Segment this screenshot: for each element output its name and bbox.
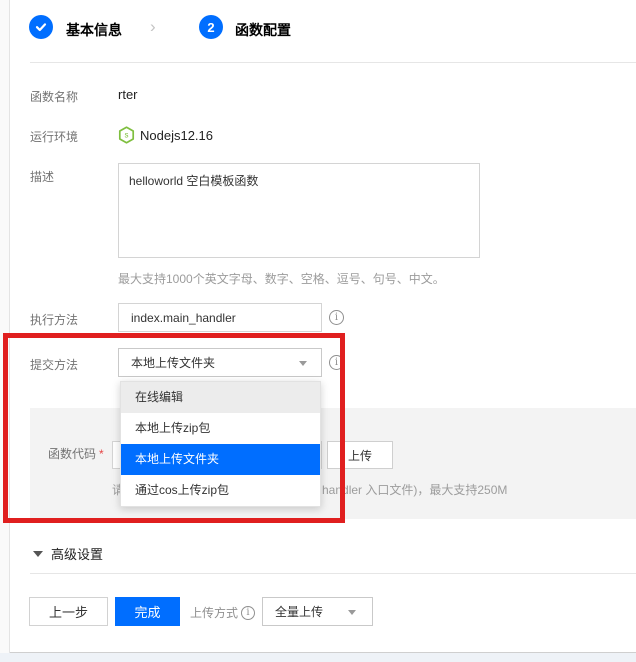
runtime-value: Nodejs12.16 [140,128,213,143]
submit-method-info-icon[interactable]: i [329,355,344,370]
submit-method-label: 提交方法 [30,356,78,373]
required-asterisk: * [99,447,104,461]
finish-button[interactable]: 完成 [115,597,180,626]
caret-down-icon [348,610,356,615]
handler-label: 执行方法 [30,311,78,328]
step2-number-circle: 2 [199,15,223,39]
handler-info-icon[interactable]: i [329,310,344,325]
advanced-settings-toggle[interactable]: 高级设置 [33,544,103,563]
dropdown-option-cos-zip[interactable]: 通过cos上传zip包 [121,475,320,506]
runtime-label: 运行环境 [30,128,78,145]
chevron-right-icon: › [150,17,156,37]
upload-mode-label: 上传方式 i [190,604,255,621]
submit-method-select[interactable]: 本地上传文件夹 [118,348,322,377]
header-divider [30,62,636,63]
dropdown-option-online-edit[interactable]: 在线编辑 [121,382,320,413]
page-background-strip [0,653,636,662]
previous-step-button[interactable]: 上一步 [29,597,108,626]
caret-down-icon [299,361,307,366]
description-hint: 最大支持1000个英文字母、数字、空格、逗号、句号、中文。 [118,270,445,287]
step1-done-circle [29,15,53,39]
submit-method-value: 本地上传文件夹 [131,354,215,371]
code-hint-tail: handler 入口文件)，最大支持250M [322,481,507,498]
description-textarea[interactable]: helloworld 空白模板函数 [118,163,480,258]
description-label: 描述 [30,168,54,185]
step2-label: 函数配置 [235,20,291,40]
function-code-label-text: 函数代码 [48,447,96,461]
upload-mode-value: 全量上传 [275,603,323,620]
function-name-value: rter [118,87,138,102]
triangle-down-icon [33,551,43,557]
svg-text:s: s [125,131,129,140]
submit-method-dropdown-menu: 在线编辑 本地上传zip包 本地上传文件夹 通过cos上传zip包 [120,381,321,507]
upload-mode-label-text: 上传方式 [190,604,238,621]
upload-mode-select[interactable]: 全量上传 [262,597,373,626]
function-config-page: 基本信息 › 2 函数配置 函数名称 rter 运行环境 s Nodejs12.… [0,0,636,662]
upload-button[interactable]: 上传 [327,441,393,469]
upload-mode-info-icon[interactable]: i [241,606,255,620]
handler-input[interactable] [118,303,322,332]
dropdown-option-local-folder[interactable]: 本地上传文件夹 [121,444,320,475]
advanced-settings-label: 高级设置 [51,544,103,563]
function-name-label: 函数名称 [30,88,78,105]
step1-label: 基本信息 [66,20,122,40]
dropdown-option-local-zip[interactable]: 本地上传zip包 [121,413,320,444]
nodejs-icon: s [118,126,135,149]
footer-divider [30,573,636,574]
check-icon [34,20,48,34]
function-code-label: 函数代码* [48,445,104,462]
left-edge-strip [0,0,10,662]
